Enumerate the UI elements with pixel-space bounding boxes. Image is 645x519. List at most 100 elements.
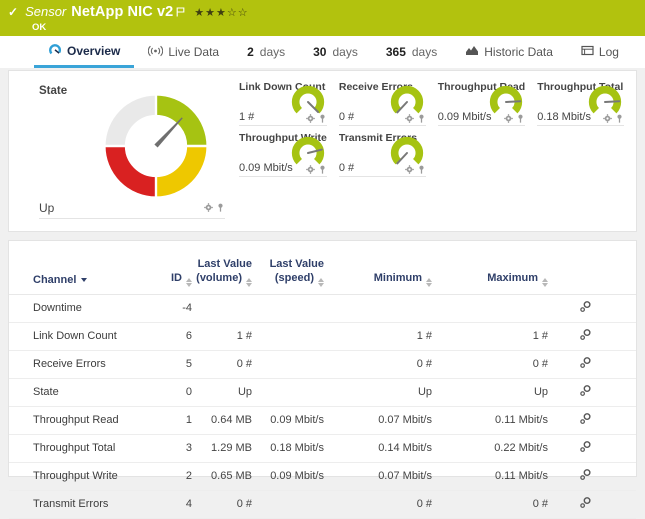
mini-cell-icons bbox=[405, 165, 426, 174]
channel-settings-icon[interactable] bbox=[579, 440, 592, 453]
tab-bar: Overview Live Data 2 days 30 days 365 da… bbox=[0, 36, 645, 68]
cell-maximum: Up bbox=[436, 379, 552, 407]
cell-id: 6 bbox=[164, 323, 196, 351]
tab-label: Historic Data bbox=[484, 45, 553, 59]
tab-historic-data[interactable]: Historic Data bbox=[451, 36, 567, 68]
tab-label: days bbox=[412, 45, 437, 59]
mini-gauge-value: 1 # bbox=[239, 111, 254, 123]
state-cell-icons bbox=[204, 203, 225, 212]
mini-gauge-cell: Throughput Total 0.18 Mbit/s bbox=[537, 78, 624, 126]
cell-channel: Link Down Count bbox=[9, 323, 164, 351]
pin-icon[interactable] bbox=[615, 114, 624, 123]
gear-icon[interactable] bbox=[306, 165, 315, 174]
gear-icon[interactable] bbox=[405, 165, 414, 174]
gauge-icon bbox=[48, 43, 62, 59]
cell-minimum: Up bbox=[328, 379, 436, 407]
cell-minimum: 0 # bbox=[328, 351, 436, 379]
cell-maximum bbox=[436, 295, 552, 323]
cell-maximum: 0 # bbox=[436, 351, 552, 379]
pin-icon[interactable] bbox=[318, 114, 327, 123]
channels-table: Channel ID Last Value (volume) Last Valu… bbox=[9, 253, 636, 519]
priority-stars[interactable]: ★★★☆☆ bbox=[194, 6, 248, 19]
mini-gauge-value: 0.09 Mbit/s bbox=[239, 162, 293, 174]
sensor-header: ✓ Sensor NetApp NIC v2 ★★★☆☆ OK bbox=[0, 0, 645, 36]
state-gauge-block: State Up bbox=[9, 71, 239, 231]
sensor-title: NetApp NIC v2 bbox=[71, 4, 173, 20]
tab-live-data[interactable]: Live Data bbox=[134, 36, 233, 68]
tab-30-days[interactable]: 30 days bbox=[299, 36, 372, 68]
channel-settings-icon[interactable] bbox=[579, 300, 592, 313]
tab-number: 365 bbox=[386, 45, 406, 59]
mini-cell-icons bbox=[504, 114, 525, 123]
tab-365-days[interactable]: 365 days bbox=[372, 36, 451, 68]
cell-channel: Receive Errors bbox=[9, 351, 164, 379]
channel-settings-icon[interactable] bbox=[579, 496, 592, 509]
cell-id: 1 bbox=[164, 407, 196, 435]
cell-last-value-volume: 0 # bbox=[196, 491, 256, 519]
cell-last-value-volume: 0 # bbox=[196, 351, 256, 379]
mini-cell-icons bbox=[306, 165, 327, 174]
cell-last-value-volume: Up bbox=[196, 379, 256, 407]
gear-icon[interactable] bbox=[204, 203, 213, 212]
sort-icon bbox=[542, 278, 548, 287]
mini-gauge-value: 0 # bbox=[339, 162, 354, 174]
overview-panel: State Up Link Down Count 1 # bbox=[8, 70, 637, 232]
gear-icon[interactable] bbox=[405, 114, 414, 123]
col-header-minimum[interactable]: Minimum bbox=[328, 253, 436, 295]
cell-maximum: 0.11 Mbit/s bbox=[436, 407, 552, 435]
pin-icon[interactable] bbox=[417, 114, 426, 123]
cell-minimum: 0.14 Mbit/s bbox=[328, 435, 436, 463]
channel-row: Link Down Count 6 1 # 1 # 1 # bbox=[9, 323, 636, 351]
cell-channel: State bbox=[9, 379, 164, 407]
tab-2-days[interactable]: 2 days bbox=[233, 36, 299, 68]
sort-icon bbox=[186, 278, 192, 287]
cell-last-value-speed bbox=[256, 323, 328, 351]
cell-minimum bbox=[328, 295, 436, 323]
col-header-last-value-speed[interactable]: Last Value (speed) bbox=[256, 253, 328, 295]
mini-cell-icons bbox=[306, 114, 327, 123]
gear-icon[interactable] bbox=[603, 114, 612, 123]
sort-desc-icon bbox=[81, 278, 87, 282]
chart-icon bbox=[465, 45, 479, 59]
priority-flag-icon[interactable] bbox=[176, 4, 185, 22]
col-header-last-value-volume[interactable]: Last Value (volume) bbox=[196, 253, 256, 295]
tab-settings[interactable]: Settings bbox=[633, 36, 645, 68]
pin-icon[interactable] bbox=[216, 203, 225, 212]
tab-overview[interactable]: Overview bbox=[34, 36, 134, 68]
state-value: Up bbox=[39, 201, 54, 215]
tab-label: days bbox=[332, 45, 357, 59]
tab-log[interactable]: Log bbox=[567, 36, 633, 68]
pin-icon[interactable] bbox=[417, 165, 426, 174]
gear-icon[interactable] bbox=[306, 114, 315, 123]
cell-minimum: 1 # bbox=[328, 323, 436, 351]
channel-row: Downtime -4 bbox=[9, 295, 636, 323]
mini-gauge-cell: Receive Errors 0 # bbox=[339, 78, 426, 126]
mini-gauge-needle bbox=[506, 101, 520, 102]
cell-minimum: 0.07 Mbit/s bbox=[328, 407, 436, 435]
cell-channel: Throughput Read bbox=[9, 407, 164, 435]
channel-settings-icon[interactable] bbox=[579, 412, 592, 425]
gear-icon[interactable] bbox=[504, 114, 513, 123]
cell-maximum: 1 # bbox=[436, 323, 552, 351]
tab-number: 30 bbox=[313, 45, 326, 59]
mini-cell-icons bbox=[405, 114, 426, 123]
cell-last-value-volume: 0.64 MB bbox=[196, 407, 256, 435]
state-gauge-needle bbox=[154, 116, 183, 147]
channel-row: Throughput Total 3 1.29 MB 0.18 Mbit/s 0… bbox=[9, 435, 636, 463]
col-header-maximum[interactable]: Maximum bbox=[436, 253, 552, 295]
channel-settings-icon[interactable] bbox=[579, 384, 592, 397]
cell-channel: Downtime bbox=[9, 295, 164, 323]
pin-icon[interactable] bbox=[318, 165, 327, 174]
state-title: State bbox=[39, 85, 67, 97]
cell-last-value-volume: 1 # bbox=[196, 323, 256, 351]
channel-settings-icon[interactable] bbox=[579, 356, 592, 369]
tab-label: Live Data bbox=[168, 45, 219, 59]
col-header-channel[interactable]: Channel bbox=[9, 253, 164, 295]
cell-id: 3 bbox=[164, 435, 196, 463]
channel-settings-icon[interactable] bbox=[579, 328, 592, 341]
sensor-kind-label: Sensor bbox=[25, 4, 66, 19]
pin-icon[interactable] bbox=[516, 114, 525, 123]
channel-settings-icon[interactable] bbox=[579, 468, 592, 481]
cell-channel: Throughput Total bbox=[9, 435, 164, 463]
col-header-id[interactable]: ID bbox=[164, 253, 196, 295]
